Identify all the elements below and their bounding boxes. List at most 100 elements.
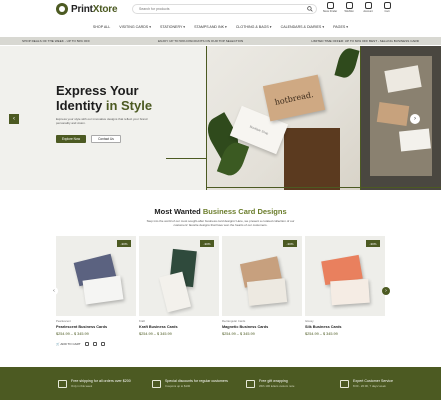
nav-item-stationery[interactable]: Stationery ▾ (160, 25, 185, 29)
kraft-business-card: hotbread. (262, 74, 326, 122)
wishlist-icon[interactable] (84, 342, 89, 346)
chevron-left-icon: ‹ (13, 116, 15, 122)
cart-button[interactable]: Cart (380, 2, 394, 13)
quick-view-icon[interactable] (92, 342, 97, 346)
product-price: $254.99 – $ 345.99 (305, 332, 338, 336)
cart-icon (383, 2, 391, 9)
product-name[interactable]: Kraft Business Cards (139, 325, 178, 329)
feature-title: Special discounts for regular customers (165, 379, 228, 383)
store-locator-button[interactable]: Store Finder (323, 2, 337, 13)
nav-item-stamps[interactable]: Stamps and Ink ▾ (194, 25, 227, 29)
promo-right[interactable]: LIMITED TIME OFFER: UP TO 60% OFF BEST -… (311, 39, 419, 43)
divider-line (166, 158, 206, 159)
product-image[interactable]: -30% (139, 236, 219, 316)
product-category: Pearlescent (56, 319, 71, 323)
divider-line (206, 187, 441, 188)
leaf-decoration (334, 46, 360, 80)
product-name[interactable]: Pearlescent Business Cards (56, 325, 107, 329)
product-card[interactable]: -30% Pearlescent Pearlescent Business Ca… (56, 236, 136, 352)
logo[interactable]: PrintXtore (56, 3, 118, 15)
product-image[interactable]: -30% (222, 236, 302, 316)
explore-now-button[interactable]: Explore Now (56, 135, 86, 143)
product-image[interactable]: -30% (305, 236, 385, 316)
hero-title-line1: Express Your (56, 83, 139, 98)
promo-left[interactable]: SHOP DEALS OF THE WEEK - UP TO 50% OFF (22, 39, 90, 43)
hero-secondary-image (360, 46, 441, 190)
product-card[interactable]: -30% Rectangular Cards Magnetic Business… (222, 236, 302, 352)
user-actions: Store Finder Wishlist Account Cart (323, 2, 394, 13)
product-name[interactable]: Silk Business Cards (305, 325, 342, 329)
add-to-cart-button[interactable]: 🛒 ADD TO CART (56, 342, 81, 346)
nav-item-calendars[interactable]: Calendars & Diaries ▾ (281, 25, 325, 29)
wishlist-button[interactable]: Wishlist (342, 2, 356, 13)
product-price: $254.99 – $ 345.99 (56, 332, 89, 336)
product-price: $254.99 – $ 345.99 (222, 332, 255, 336)
discount-badge: -30% (283, 240, 297, 247)
discount-badge: -30% (366, 240, 380, 247)
feature-customer-service: Expert Customer Service 8:00 - 20:00, 7 d… (340, 379, 412, 388)
feature-title: Free shipping for all orders over $200 (71, 379, 131, 383)
promo-center[interactable]: ENJOY UP TO 50% DISCOUNTS ON OUR TOP SEL… (158, 39, 243, 43)
contact-us-button[interactable]: Contact Us (91, 135, 121, 143)
headset-icon (340, 379, 349, 388)
feature-free-shipping: Free shipping for all orders over $200 On… (58, 379, 131, 388)
features-bar: Free shipping for all orders over $200 On… (0, 367, 441, 400)
section-description: Step into the world of our most sought-a… (146, 219, 295, 227)
search-input[interactable] (132, 4, 317, 14)
feature-subtitle: Only in this week (71, 384, 93, 388)
product-category: Rectangular Cards (222, 319, 246, 323)
hero-image: Boutique Shop hotbread. (206, 46, 360, 190)
product-price: $254.99 – $ 345.99 (139, 332, 172, 336)
feature-title: Free gift wrapping (259, 379, 288, 383)
chevron-right-icon: › (414, 116, 416, 122)
card-mockup (246, 278, 288, 306)
feature-gift-wrapping: Free gift wrapping With 100 letters custo… (246, 379, 318, 388)
wooden-stand (284, 128, 340, 190)
card-mockup (330, 278, 370, 306)
nav-item-shop-all[interactable]: Shop All (93, 25, 110, 29)
main-nav: Shop All Visiting Cards ▾ Stationery ▾ S… (0, 21, 441, 33)
wishlist-label: Wishlist (344, 10, 354, 13)
section-title: Most Wanted Business Card Designs (154, 207, 287, 216)
promo-bar: SHOP DEALS OF THE WEEK - UP TO 50% OFF E… (0, 37, 441, 45)
product-card[interactable]: -30% Kraft Kraft Business Cards $254.99 … (139, 236, 219, 352)
hero-title: Express Your Identity in Style (56, 83, 152, 113)
store-locator-label: Store Finder (322, 10, 338, 13)
nav-item-visiting-cards[interactable]: Visiting Cards ▾ (119, 25, 151, 29)
cart-label: Cart (384, 10, 390, 13)
hero-description: Express your style with our innovative d… (56, 117, 148, 125)
account-label: Account (363, 10, 373, 13)
gift-icon (246, 379, 255, 388)
carousel-prev-arrow[interactable]: ‹ (50, 287, 58, 295)
feature-subtitle: With 100 letters custom note (259, 384, 295, 388)
nav-item-pages[interactable]: Pages ▾ (333, 25, 348, 29)
chevron-right-icon: › (385, 288, 387, 294)
carousel-next-arrow[interactable]: › (382, 287, 390, 295)
logo-icon (56, 3, 68, 15)
wishlist-icon (345, 2, 353, 9)
logo-text: PrintXtore (71, 3, 118, 15)
divider-line (206, 46, 207, 190)
feature-discounts: Special discounts for regular customers C… (152, 379, 228, 388)
product-actions: 🛒 ADD TO CART (56, 342, 105, 346)
compare-icon[interactable] (100, 342, 105, 346)
product-carousel: -30% Pearlescent Pearlescent Business Ca… (56, 236, 386, 352)
feature-title: Expert Customer Service (353, 379, 393, 383)
account-icon (364, 2, 372, 9)
discount-icon (152, 379, 161, 388)
hero-prev-arrow[interactable]: ‹ (9, 114, 19, 124)
product-name[interactable]: Magnetic Business Cards (222, 325, 268, 329)
feature-subtitle: 8:00 - 20:00, 7 days/ week (353, 384, 386, 388)
product-image[interactable]: -30% (56, 236, 136, 316)
card-mockup (82, 275, 124, 305)
hero-content: Express Your Identity in Style Express y… (0, 46, 206, 190)
header: PrintXtore Store Finder Wishlist Account… (0, 0, 441, 20)
product-category: Glossy (305, 319, 314, 323)
card-mockup (399, 128, 431, 152)
account-button[interactable]: Account (361, 2, 375, 13)
search-icon[interactable] (307, 6, 313, 12)
nav-item-clothing[interactable]: Clothing & Bags ▾ (236, 25, 272, 29)
hero-next-arrow[interactable]: › (410, 114, 420, 124)
hero-banner: Express Your Identity in Style Express y… (0, 46, 441, 190)
product-card[interactable]: -30% Glossy Silk Business Cards $254.99 … (305, 236, 385, 352)
